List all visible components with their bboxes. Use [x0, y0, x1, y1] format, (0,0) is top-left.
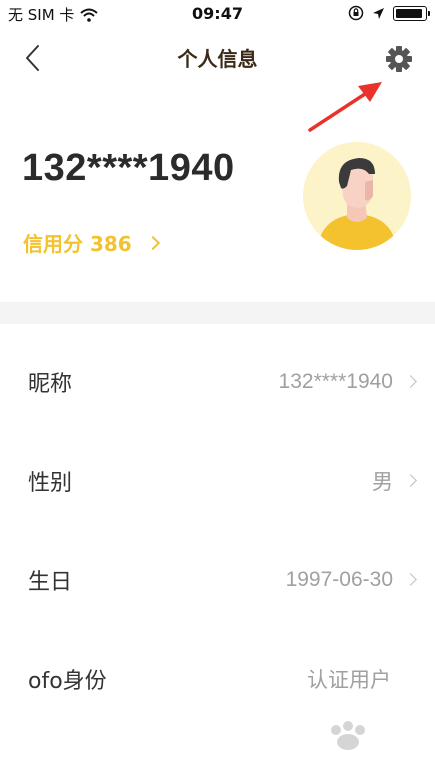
nickname-row[interactable]: 昵称 132****1940 [0, 324, 435, 423]
avatar-illustration [303, 142, 411, 250]
credit-score-label: 信用分 386 [23, 232, 132, 256]
chevron-right-icon [404, 474, 417, 487]
status-right [348, 5, 430, 21]
avatar[interactable] [303, 142, 411, 250]
chevron-right-icon [404, 573, 417, 586]
battery-icon [393, 5, 430, 21]
profile-header: 132****1940 信用分 386 [0, 120, 435, 305]
row-value: 1997-06-30 [285, 568, 393, 591]
page-title: 个人信息 [177, 47, 258, 71]
credit-score-link[interactable]: 信用分 386 [23, 228, 160, 257]
row-label: 昵称 [28, 372, 73, 397]
section-divider [0, 302, 435, 324]
row-label: ofo身份 [28, 669, 107, 694]
row-value: 认证用户 [307, 669, 391, 692]
back-icon [26, 45, 39, 71]
row-label: 生日 [28, 570, 73, 595]
watermark-logo [331, 721, 365, 750]
birthday-row[interactable]: 生日 1997-06-30 [0, 522, 435, 621]
ofo-identity-row: ofo身份 认证用户 [0, 621, 435, 720]
phone-number: 132****1940 [22, 147, 235, 189]
status-bar: 无 SIM 卡 09:47 [0, 0, 435, 28]
location-icon [373, 7, 384, 19]
chevron-right-icon [404, 375, 417, 388]
info-list: 昵称 132****1940 性别 男 生日 1997-06-30 ofo身份 … [0, 324, 435, 720]
row-value: 男 [372, 471, 393, 494]
chevron-right-icon [145, 235, 160, 250]
lock-rotation-icon [348, 5, 364, 21]
row-label: 性别 [28, 471, 73, 496]
back-button[interactable] [18, 41, 50, 75]
row-value: 132****1940 [278, 370, 393, 393]
gender-row[interactable]: 性别 男 [0, 423, 435, 522]
